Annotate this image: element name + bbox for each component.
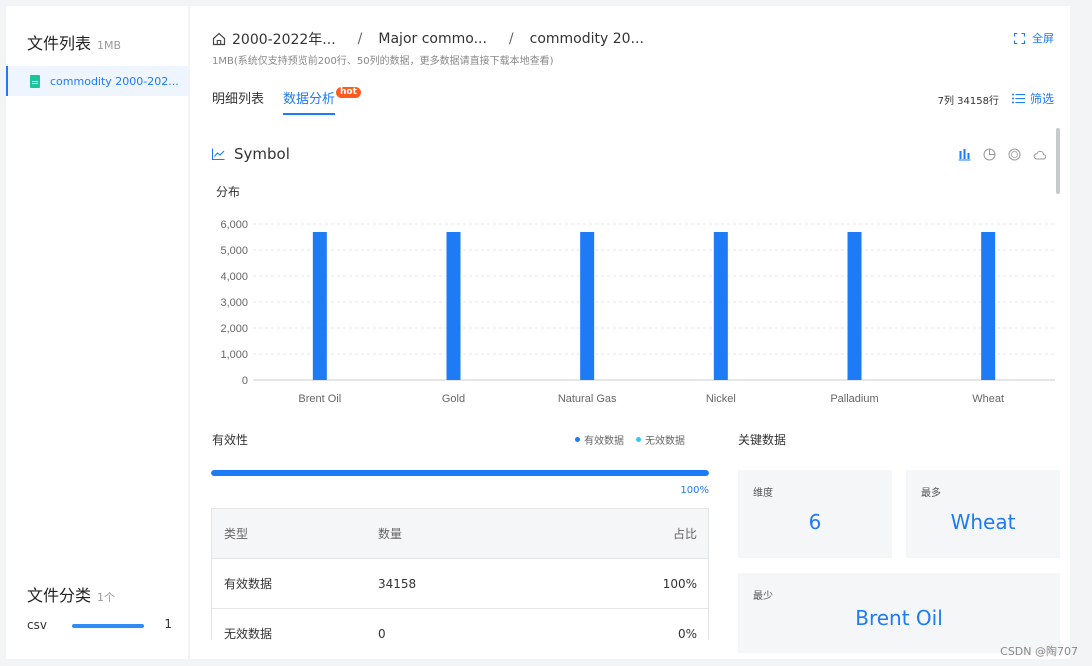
table-header-row: 类型 数量 占比 <box>212 509 708 559</box>
category-count: 1 <box>164 617 172 631</box>
least-frequent-card: 最少 Brent Oil <box>738 573 1060 653</box>
most-frequent-card: 最多 Wheat <box>906 470 1060 558</box>
tab-data-analysis[interactable]: 数据分析 <box>283 88 336 115</box>
list-filter-icon <box>1011 93 1025 104</box>
line-chart-icon <box>212 148 225 160</box>
chart-label: 分布 <box>216 185 241 199</box>
table-header-ratio: 占比 <box>672 527 697 541</box>
sidebar: 文件列表 1MB commodity 2000-202... 文件分类 1个 csv… <box>6 6 188 659</box>
y-tick-label: 0 <box>242 375 248 387</box>
legend-valid-dot <box>575 437 580 442</box>
y-tick-label: 1,000 <box>220 349 248 361</box>
y-tick-label: 5,000 <box>220 245 248 257</box>
panel-scrollbar[interactable] <box>1056 128 1060 194</box>
fullscreen-button[interactable]: 全屏 <box>1014 30 1054 46</box>
bar-natural-gas <box>580 231 595 380</box>
file-info-note: 1MB(系统仅支持预览前200行、50列的数据，更多数据请直接下载本地查看) <box>212 56 554 67</box>
breadcrumb-separator: / <box>508 31 514 47</box>
x-tick-label: Palladium <box>830 393 878 405</box>
least-label: 最少 <box>753 591 773 602</box>
table-cell: 34158 <box>378 576 417 591</box>
least-value: Brent Oil <box>855 606 943 630</box>
most-value: Wheat <box>950 510 1016 534</box>
category-row-csv[interactable]: csv 1 <box>27 617 172 633</box>
table-row: 有效数据 34158 100% <box>212 559 708 609</box>
x-tick-label: Gold <box>442 393 465 405</box>
chart-type-switcher <box>946 148 1046 161</box>
table-row: 无效数据 0 0% <box>212 609 708 641</box>
legend-invalid-dot <box>636 437 641 442</box>
y-tick-label: 2,000 <box>220 323 248 335</box>
table-cell: 100% <box>662 576 697 591</box>
fullscreen-icon <box>1014 32 1025 44</box>
table-cell: 无效数据 <box>224 627 273 640</box>
bar-nickel <box>713 231 728 380</box>
distribution-bar-chart: 0 1,000 2,000 3,000 4,000 5,000 6,000 Brent Oil… <box>220 219 1055 405</box>
x-tick-label: Natural Gas <box>558 393 617 405</box>
table-cell: 0% <box>677 626 697 641</box>
filter-label: 筛选 <box>1029 92 1054 106</box>
legend-valid: 有效数据 <box>575 432 624 447</box>
row-column-count: 7列 34158行 <box>937 96 999 107</box>
dimension-card: 维度 6 <box>738 470 892 558</box>
validity-title: 有效性 <box>212 433 249 447</box>
y-tick-label: 3,000 <box>220 297 248 309</box>
validity-progress-bar <box>211 470 709 476</box>
key-data-title: 关键数据 <box>738 433 787 447</box>
most-label: 最多 <box>921 488 941 499</box>
home-icon[interactable] <box>212 32 226 46</box>
fullscreen-label: 全屏 <box>1032 32 1054 45</box>
column-panel-title: Symbol <box>212 145 290 163</box>
dimension-value: 6 <box>808 510 822 534</box>
watermark: CSDN @陶707 <box>1000 645 1078 658</box>
file-name: commodity 2000-202... <box>50 74 179 88</box>
file-list-title: 文件列表 1MB <box>27 34 122 53</box>
category-bar <box>72 624 144 628</box>
breadcrumb-item-3[interactable]: commodity 20... <box>530 31 644 47</box>
table-header-count: 数量 <box>378 527 403 541</box>
table-cell: 0 <box>378 626 386 641</box>
donut-chart-icon[interactable] <box>1008 148 1021 161</box>
validity-progress-fill <box>211 470 709 476</box>
validity-table: 类型 数量 占比 有效数据 34158 100% 无效数据 0 0% <box>211 508 709 640</box>
bar-gold <box>446 231 461 380</box>
spreadsheet-file-icon <box>30 74 40 88</box>
validity-legend: 有效数据 无效数据 <box>575 432 697 447</box>
file-category-count: 1个 <box>97 591 116 604</box>
pie-chart-icon[interactable] <box>983 148 996 161</box>
hot-badge: hot <box>336 87 361 98</box>
table-cell: 有效数据 <box>224 577 273 591</box>
bar-chart-icon[interactable] <box>958 148 971 161</box>
bar-palladium <box>847 231 862 380</box>
main-panel: 2000-2022年... / Major commo... / commodi… <box>190 6 1070 659</box>
column-name: Symbol <box>234 145 290 163</box>
category-name: csv <box>27 618 47 632</box>
breadcrumb-separator: / <box>357 31 363 47</box>
breadcrumb: 2000-2022年... / Major commo... / commodi… <box>212 29 644 49</box>
bar-brent-oil <box>312 231 327 380</box>
legend-invalid: 无效数据 <box>636 432 685 447</box>
tab-detail-list[interactable]: 明细列表 <box>212 88 264 107</box>
word-cloud-icon[interactable] <box>1033 148 1046 161</box>
y-tick-label: 6,000 <box>220 219 248 231</box>
table-header-type: 类型 <box>224 527 249 541</box>
file-list-item[interactable]: commodity 2000-202... <box>6 66 188 96</box>
bar-wheat <box>981 231 996 380</box>
x-tick-label: Brent Oil <box>298 393 341 405</box>
validity-percent: 100% <box>680 485 709 496</box>
y-tick-label: 4,000 <box>220 271 248 283</box>
x-tick-label: Nickel <box>706 393 736 405</box>
filter-button[interactable]: 筛选 <box>1011 90 1054 107</box>
file-list-size: 1MB <box>97 39 122 52</box>
breadcrumb-item-2[interactable]: Major commo... <box>378 31 487 47</box>
dimension-label: 维度 <box>753 488 773 499</box>
x-tick-label: Wheat <box>972 393 1004 405</box>
file-category-title: 文件分类 1个 <box>27 586 116 605</box>
breadcrumb-item-1[interactable]: 2000-2022年... <box>232 29 336 49</box>
